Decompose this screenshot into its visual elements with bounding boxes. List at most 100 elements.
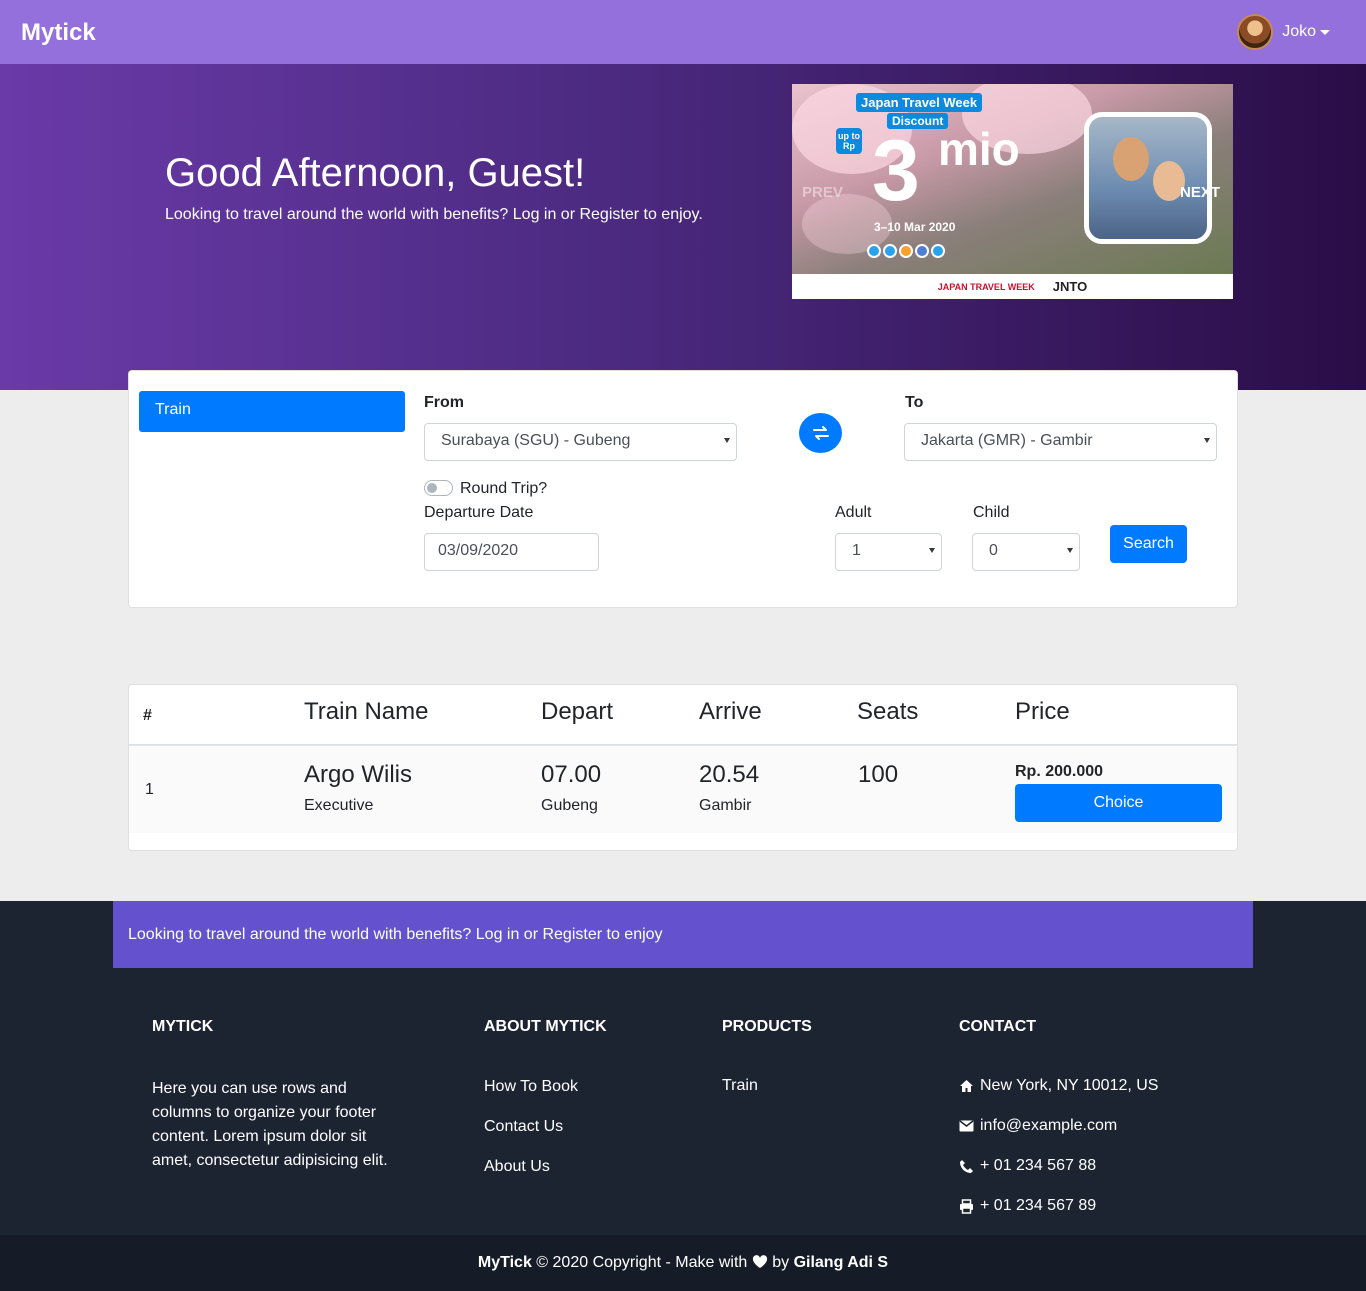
footer-col1-text: Here you can use rows and columns to org… (152, 1080, 388, 1169)
tab-train[interactable]: Train (139, 391, 405, 432)
user-name[interactable]: Joko (1282, 23, 1316, 41)
results-table: # Train Name Depart Arrive Seats Price 1… (128, 684, 1238, 851)
contact-fax-text: + 01 234 567 89 (980, 1197, 1097, 1214)
copyright-brand: MyTick (477, 1254, 532, 1271)
navbar: Mytick Joko (0, 0, 1366, 64)
depart-station: Gubeng (541, 797, 598, 814)
promo-dates: 3–10 Mar 2020 (874, 220, 956, 234)
ticket-icon (931, 244, 945, 258)
from-select-value: Surabaya (SGU) - Gubeng (441, 432, 631, 449)
copyright-by: by (772, 1254, 790, 1271)
child-select-value: 0 (989, 542, 998, 559)
depart-time: 07.00 (541, 761, 602, 788)
footer: Looking to travel around the world with … (0, 901, 1366, 1235)
hotel-icon (883, 244, 897, 258)
footer-col2-title: ABOUT MYTICK (484, 1018, 607, 1035)
footer-col4-title: CONTACT (959, 1018, 1037, 1035)
contact-phone-text: + 01 234 567 88 (980, 1157, 1097, 1174)
jnto-logo: JNTO (1052, 279, 1088, 294)
contact-fax: + 01 234 567 89 (959, 1197, 1096, 1215)
select-arrow-icon (929, 548, 935, 553)
phone-icon (960, 1159, 973, 1173)
swap-stations-button[interactable] (799, 413, 842, 453)
envelope-icon (959, 1120, 974, 1132)
heart-icon (752, 1255, 767, 1268)
copyright-text: © 2020 Copyright - Make with (536, 1254, 748, 1271)
from-select[interactable]: Surabaya (SGU) - Gubeng (424, 423, 737, 461)
column-header-depart: Depart (541, 698, 614, 725)
partner-logos: JAPAN TRAVEL WEEK JNTO (792, 274, 1233, 299)
footer-link-contact-us[interactable]: Contact Us (484, 1118, 563, 1136)
select-arrow-icon (724, 438, 730, 443)
caret-down-icon[interactable] (1320, 29, 1330, 35)
column-header-train-name: Train Name (304, 698, 429, 725)
hero-subtitle: Looking to travel around the world with … (165, 206, 703, 223)
table-row: 1 Argo Wilis Executive 07.00 Gubeng 20.5… (129, 747, 1237, 833)
footer-link-about-us[interactable]: About Us (484, 1158, 550, 1176)
contact-email: info@example.com (959, 1117, 1117, 1135)
contact-phone: + 01 234 567 88 (959, 1157, 1096, 1175)
train-class: Executive (304, 797, 374, 814)
search-button[interactable]: Search (1110, 525, 1187, 563)
couple-photo (1084, 112, 1212, 244)
column-header-arrive: Arrive (699, 698, 762, 725)
copyright-author: Gilang Adi S (793, 1254, 889, 1271)
plane-icon (867, 244, 881, 258)
train-name: Argo Wilis (304, 761, 413, 788)
contact-email-text: info@example.com (980, 1117, 1118, 1134)
carousel-prev-button[interactable]: PREV (802, 184, 843, 201)
column-header-price: Price (1015, 698, 1070, 725)
round-trip-toggle[interactable] (424, 480, 453, 496)
to-select-value: Jakarta (GMR) - Gambir (921, 432, 1093, 449)
printer-icon (960, 1198, 973, 1214)
hero-title: Good Afternoon, Guest! (165, 151, 586, 195)
promo-upto-badge: up to Rp (836, 128, 862, 154)
footer-banner: Looking to travel around the world with … (113, 901, 1253, 968)
child-select[interactable]: 0 (972, 533, 1080, 571)
user-menu[interactable]: Joko (1237, 14, 1330, 50)
avatar[interactable] (1237, 14, 1274, 50)
search-card: Train From Surabaya (SGU) - Gubeng To Ja… (128, 370, 1238, 608)
footer-link-how-to-book[interactable]: How To Book (484, 1078, 578, 1096)
child-label: Child (973, 504, 1010, 521)
footer-col3-title: PRODUCTS (722, 1018, 812, 1035)
footer-link-train[interactable]: Train (722, 1077, 758, 1095)
round-trip-label: Round Trip? (460, 480, 548, 497)
home-icon (960, 1080, 973, 1092)
japan-travel-week-logo: JAPAN TRAVEL WEEK (937, 281, 1035, 292)
column-header-index: # (143, 707, 152, 724)
select-arrow-icon (1067, 548, 1073, 553)
seats-count: 100 (858, 761, 899, 788)
promo-number: 3 (872, 123, 920, 219)
adult-label: Adult (835, 504, 872, 521)
carousel-next-button[interactable]: NEXT (1180, 184, 1220, 201)
promo-unit: mio (938, 123, 1020, 175)
to-select[interactable]: Jakarta (GMR) - Gambir (904, 423, 1217, 461)
swap-icon (812, 426, 829, 440)
adult-select[interactable]: 1 (835, 533, 942, 571)
departure-date-input[interactable]: 03/09/2020 (424, 533, 599, 571)
table-header: # Train Name Depart Arrive Seats Price (129, 685, 1237, 746)
promo-title: Japan Travel Week (856, 93, 983, 112)
arrive-time: 20.54 (699, 761, 760, 788)
train-icon (915, 244, 929, 258)
column-header-seats: Seats (857, 698, 919, 725)
food-icon (899, 244, 913, 258)
ticket-price: Rp. 200.000 (1015, 763, 1104, 780)
arrive-station: Gambir (699, 797, 752, 814)
row-index: 1 (145, 781, 154, 798)
promo-carousel[interactable]: Japan Travel Week Discount up to Rp 3 mi… (792, 84, 1233, 299)
contact-address: New York, NY 10012, US (959, 1077, 1158, 1095)
departure-date-label: Departure Date (424, 504, 534, 521)
to-label: To (905, 394, 924, 411)
brand-logo[interactable]: Mytick (21, 19, 96, 47)
choice-button[interactable]: Choice (1015, 784, 1222, 822)
partner-icons (867, 244, 945, 258)
footer-col1-title: MYTICK (152, 1018, 214, 1035)
adult-select-value: 1 (852, 542, 861, 559)
promo-slide-image: Japan Travel Week Discount up to Rp 3 mi… (792, 84, 1233, 274)
from-label: From (424, 394, 464, 411)
select-arrow-icon (1204, 438, 1210, 443)
copyright-bar: MyTick © 2020 Copyright - Make with by G… (0, 1235, 1366, 1291)
contact-address-text: New York, NY 10012, US (980, 1077, 1159, 1094)
